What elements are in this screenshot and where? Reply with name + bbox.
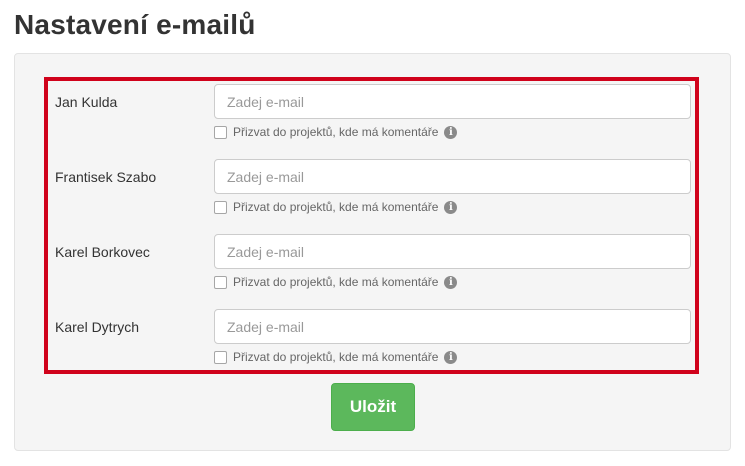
invite-option: Přizvat do projektů, kde má komentáře i	[214, 274, 458, 290]
info-icon[interactable]: i	[444, 125, 458, 139]
user-row-karel-borkovec: Karel Borkovec Přizvat do projektů, kde …	[55, 234, 695, 304]
user-row-jan-kulda: Jan Kulda Přizvat do projektů, kde má ko…	[55, 84, 695, 154]
info-icon[interactable]: i	[444, 275, 458, 289]
email-input[interactable]	[214, 159, 691, 194]
info-icon[interactable]: i	[444, 200, 458, 214]
user-name: Karel Borkovec	[55, 244, 150, 260]
email-input[interactable]	[214, 234, 691, 269]
invite-option: Přizvat do projektů, kde má komentáře i	[214, 199, 458, 215]
user-row-karel-dytrych: Karel Dytrych Přizvat do projektů, kde m…	[55, 309, 695, 379]
invite-label[interactable]: Přizvat do projektů, kde má komentáře	[233, 349, 438, 365]
info-icon[interactable]: i	[444, 350, 458, 364]
invite-label[interactable]: Přizvat do projektů, kde má komentáře	[233, 199, 438, 215]
invite-option: Přizvat do projektů, kde má komentáře i	[214, 124, 458, 140]
user-name: Jan Kulda	[55, 94, 118, 110]
save-button[interactable]: Uložit	[331, 383, 415, 431]
email-input[interactable]	[214, 84, 691, 119]
user-name: Frantisek Szabo	[55, 169, 157, 185]
invite-label[interactable]: Přizvat do projektů, kde má komentáře	[233, 124, 438, 140]
invite-checkbox[interactable]	[214, 200, 227, 214]
user-name: Karel Dytrych	[55, 319, 140, 335]
page-title: Nastavení e-mailů	[14, 9, 256, 40]
invite-label[interactable]: Přizvat do projektů, kde má komentáře	[233, 274, 438, 290]
invite-option: Přizvat do projektů, kde má komentáře i	[214, 349, 458, 365]
invite-checkbox[interactable]	[214, 275, 227, 289]
invite-checkbox[interactable]	[214, 125, 227, 139]
user-row-frantisek-szabo: Frantisek Szabo Přizvat do projektů, kde…	[55, 159, 695, 229]
invite-checkbox[interactable]	[214, 350, 227, 364]
email-input[interactable]	[214, 309, 691, 344]
